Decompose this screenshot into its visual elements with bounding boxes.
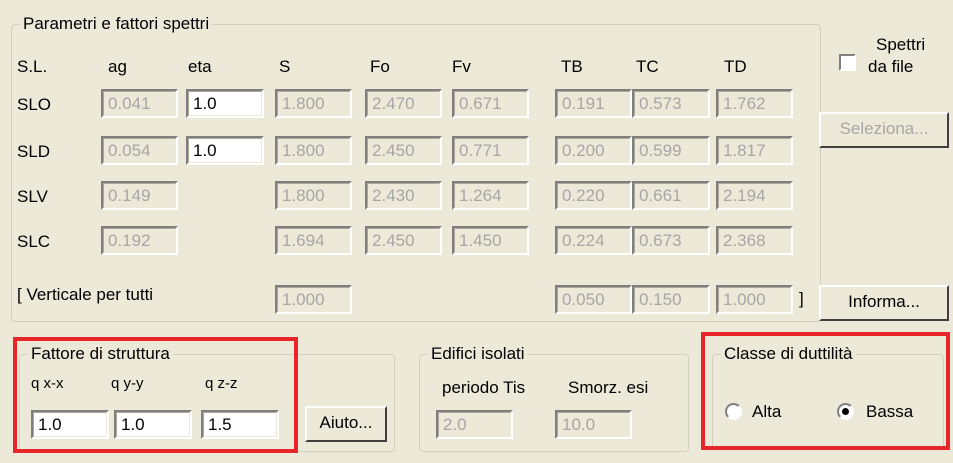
eta-input-sld[interactable]: 1.0 bbox=[186, 136, 264, 165]
row-label-slo: SLO bbox=[17, 95, 52, 114]
fv-field-slc: 1.450 bbox=[452, 226, 529, 255]
s-field-sld: 1.800 bbox=[275, 136, 352, 165]
fv-field-sld: 0.771 bbox=[452, 136, 529, 165]
ductility-class-highlight bbox=[701, 332, 950, 450]
td-field-slv: 2.194 bbox=[716, 181, 793, 210]
header-fv: Fv bbox=[452, 57, 471, 76]
row-label-slc: SLC bbox=[17, 232, 51, 251]
header-fo: Fo bbox=[370, 57, 390, 76]
tc-field-slo: 0.573 bbox=[632, 89, 710, 118]
spectra-from-file-label-1: Spettri bbox=[876, 35, 926, 54]
tc-field-vertical: 0.150 bbox=[632, 285, 710, 314]
header-s: S bbox=[279, 57, 291, 76]
header-eta: eta bbox=[188, 57, 212, 76]
spectra-from-file-checkbox[interactable] bbox=[839, 54, 856, 71]
spectra-from-file-label-2: da file bbox=[868, 57, 914, 76]
isolation-damping-label: Smorz. esi bbox=[568, 378, 649, 397]
ag-field-slc: 0.192 bbox=[101, 226, 178, 255]
s-field-vertical: 1.000 bbox=[275, 285, 352, 314]
isolation-period-field: 2.0 bbox=[436, 410, 513, 439]
fv-field-slo: 0.671 bbox=[452, 89, 529, 118]
vertical-label: [ Verticale per tutti bbox=[17, 285, 154, 304]
tb-field-sld: 0.200 bbox=[555, 136, 632, 165]
fo-field-slc: 2.450 bbox=[365, 226, 442, 255]
isolated-buildings-title: Edifici isolati bbox=[428, 344, 528, 364]
fo-field-slv: 2.430 bbox=[365, 181, 442, 210]
isolation-damping-field: 10.0 bbox=[555, 410, 632, 439]
select-file-button[interactable]: Seleziona... bbox=[819, 112, 949, 148]
ag-field-slv: 0.149 bbox=[101, 181, 178, 210]
td-field-vertical: 1.000 bbox=[716, 285, 793, 314]
vertical-close-bracket: ] bbox=[799, 289, 804, 308]
header-tb: TB bbox=[561, 57, 583, 76]
header-ag: ag bbox=[108, 57, 127, 76]
fo-field-sld: 2.450 bbox=[365, 136, 442, 165]
tc-field-slv: 0.661 bbox=[632, 181, 710, 210]
spectra-group-title: Parametri e fattori spettri bbox=[20, 14, 213, 34]
header-sl: S.L. bbox=[17, 57, 48, 76]
row-label-sld: SLD bbox=[17, 142, 51, 161]
td-field-slo: 1.762 bbox=[716, 89, 793, 118]
s-field-slc: 1.694 bbox=[275, 226, 352, 255]
spectra-group: Parametri e fattori spettri bbox=[11, 14, 821, 322]
row-label-slv: SLV bbox=[17, 187, 48, 206]
header-td: TD bbox=[724, 57, 747, 76]
tc-field-sld: 0.599 bbox=[632, 136, 710, 165]
ag-field-slo: 0.041 bbox=[101, 89, 178, 118]
structure-factor-highlight bbox=[13, 337, 298, 453]
td-field-sld: 1.817 bbox=[716, 136, 793, 165]
fv-field-slv: 1.264 bbox=[452, 181, 529, 210]
s-field-slo: 1.800 bbox=[275, 89, 352, 118]
tb-field-vertical: 0.050 bbox=[555, 285, 632, 314]
s-field-slv: 1.800 bbox=[275, 181, 352, 210]
td-field-slc: 2.368 bbox=[716, 226, 793, 255]
header-tc: TC bbox=[636, 57, 659, 76]
tb-field-slo: 0.191 bbox=[555, 89, 632, 118]
info-button[interactable]: Informa... bbox=[819, 285, 949, 321]
fo-field-slo: 2.470 bbox=[365, 89, 442, 118]
eta-input-slo[interactable]: 1.0 bbox=[186, 89, 264, 118]
ag-field-sld: 0.054 bbox=[101, 136, 178, 165]
tb-field-slc: 0.224 bbox=[555, 226, 632, 255]
help-button[interactable]: Aiuto... bbox=[305, 406, 387, 442]
tb-field-slv: 0.220 bbox=[555, 181, 632, 210]
isolation-period-label: periodo Tis bbox=[442, 378, 526, 397]
tc-field-slc: 0.673 bbox=[632, 226, 710, 255]
